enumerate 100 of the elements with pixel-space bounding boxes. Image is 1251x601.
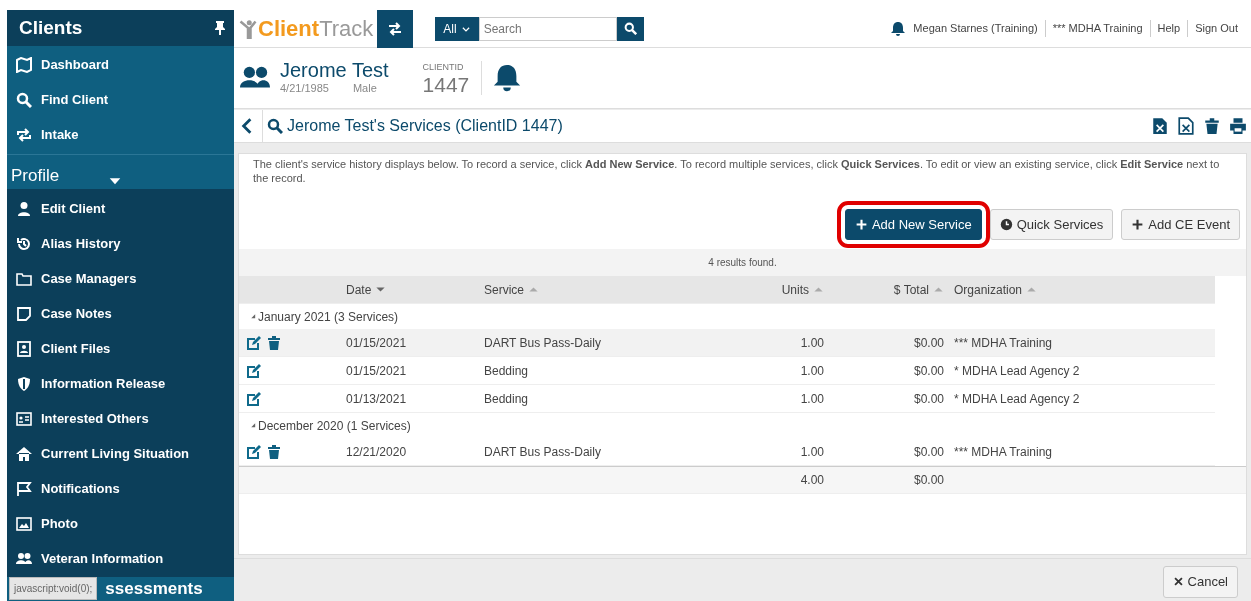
top-link[interactable]: Help: [1149, 20, 1188, 37]
history-icon: [16, 236, 32, 253]
search-icon: [16, 92, 32, 108]
sidebar-item[interactable]: Dashboard: [7, 47, 234, 83]
sidebar-item[interactable]: Current Living Situation: [7, 436, 234, 472]
top-link[interactable]: Sign Out: [1187, 20, 1245, 37]
intro-text: The client's service history displays below. To record a service, click Add New Service. To record multiple services, click Quick Services. To edit or view an existing service, click Edit Service next to the record.: [252, 158, 1221, 186]
table-cell-text: Bedding: [484, 390, 530, 408]
print-icon[interactable]: [1229, 117, 1247, 135]
collapse-icon[interactable]: [249, 421, 258, 430]
image-icon: [16, 516, 32, 533]
swap-icon: [387, 20, 404, 37]
spreadsheet-export-icon[interactable]: [1151, 117, 1169, 135]
table-cell-text: Bedding: [484, 362, 530, 380]
column-header[interactable]: Date: [334, 280, 484, 299]
pin-icon[interactable]: [212, 19, 228, 36]
edit-icon[interactable]: [246, 390, 262, 407]
sidebar-item[interactable]: Interested Others: [7, 401, 234, 437]
close-icon: [1172, 576, 1184, 588]
sidebar-item[interactable]: Alias History: [7, 226, 234, 262]
cycle-arrows-icon: [16, 127, 32, 143]
client-dob: 4/21/1985: [280, 80, 329, 96]
table-cell-text: $0.00: [912, 334, 944, 352]
table-cell-text: DART Bus Pass-Daily: [484, 334, 602, 352]
group-header[interactable]: December 2020 (1 Services): [258, 416, 411, 435]
table-cell-text: 1.00: [799, 362, 824, 380]
table-cell-text: 1.00: [799, 390, 824, 408]
sidebar-item[interactable]: Edit Client: [7, 191, 234, 227]
section-header[interactable]: Profile: [11, 165, 60, 185]
status-tooltip: javascript:void(0);: [9, 577, 98, 601]
table-cell-text: 01/13/2021: [345, 390, 408, 408]
plus-icon: [1131, 217, 1145, 231]
cancel-button[interactable]: Cancel: [1162, 566, 1238, 598]
table-cell-text: 1.00: [799, 443, 824, 461]
sidebar-item[interactable]: Veteran Information: [7, 541, 234, 577]
edit-icon[interactable]: [246, 443, 262, 460]
action-button[interactable]: Add CE Event: [1121, 208, 1240, 240]
app-logo: ClientTrack: [234, 12, 378, 45]
search-field[interactable]: Search: [478, 16, 617, 41]
table-cell-text: 1.00: [799, 334, 824, 352]
search-button[interactable]: [616, 16, 644, 41]
folder-icon: [16, 271, 32, 288]
table-cell-text: 01/15/2021: [345, 362, 408, 380]
sidebar-item[interactable]: Find Client: [7, 82, 234, 118]
map-icon: [16, 57, 32, 73]
spreadsheet-outline-icon[interactable]: [1177, 117, 1195, 135]
column-header[interactable]: Organization: [944, 280, 1215, 299]
delete-icon[interactable]: [266, 443, 282, 460]
sidebar-item[interactable]: Case Managers: [7, 261, 234, 297]
group-header[interactable]: January 2021 (3 Services): [258, 307, 399, 326]
home-icon: [16, 446, 32, 463]
table-cell-text: $0.00: [912, 390, 944, 408]
delete-icon[interactable]: [1203, 117, 1221, 135]
section-header[interactable]: ssessments: [105, 580, 203, 598]
total-cell-text: $0.00: [912, 472, 944, 489]
edit-icon[interactable]: [246, 334, 262, 351]
contact-file-icon: [16, 341, 32, 358]
sidebar-item[interactable]: Notifications: [7, 471, 234, 507]
column-header[interactable]: $ Total: [824, 280, 944, 299]
table-cell-text: 01/15/2021: [345, 334, 408, 352]
client-id: 1447: [422, 74, 470, 96]
client-name: Jerome Test: [280, 59, 389, 80]
scope-dropdown[interactable]: All: [435, 16, 479, 41]
sidebar-item[interactable]: Information Release: [7, 366, 234, 402]
bell-icon[interactable]: [492, 63, 523, 93]
results-count: 4 results found.: [239, 249, 1246, 276]
id-card-icon: [16, 411, 32, 428]
sidebar-item[interactable]: Photo: [7, 506, 234, 542]
sidebar-title: Clients: [19, 15, 83, 40]
table-cell-text: *** MDHA Training: [953, 443, 1054, 461]
table-cell-text: 12/21/2020: [345, 443, 408, 461]
search-icon[interactable]: [267, 118, 283, 134]
delete-icon[interactable]: [266, 334, 282, 351]
table-cell-text: DART Bus Pass-Daily: [484, 443, 602, 461]
column-header[interactable]: Service: [484, 280, 694, 299]
column-header[interactable]: Units: [694, 280, 824, 299]
flag-icon: [16, 481, 32, 498]
shield-icon: [16, 376, 32, 393]
top-link[interactable]: Megan Starnes (Training): [906, 20, 1045, 37]
edit-icon[interactable]: [246, 362, 262, 379]
clock-icon: [999, 217, 1013, 231]
top-link[interactable]: *** MDHA Training: [1044, 20, 1150, 37]
search-icon: [623, 22, 637, 35]
table-cell-text: $0.00: [912, 443, 944, 461]
table-cell-text: *** MDHA Training: [953, 334, 1054, 352]
sidebar-item[interactable]: Intake: [7, 117, 234, 153]
collapse-icon[interactable]: [249, 312, 258, 321]
action-button[interactable]: Quick Services: [989, 208, 1114, 240]
switch-button[interactable]: [377, 9, 414, 48]
page-title: Jerome Test's Services (ClientID 1447): [287, 116, 563, 136]
plus-icon: [854, 217, 868, 231]
sidebar-item[interactable]: Case Notes: [7, 296, 234, 332]
user-icon: [16, 201, 32, 218]
bell-icon[interactable]: [890, 20, 907, 37]
sidebar-item[interactable]: Client Files: [7, 331, 234, 367]
table-cell-text: $0.00: [912, 362, 944, 380]
client-gender: Male: [352, 80, 377, 96]
note-icon: [16, 306, 32, 323]
total-cell-text: 4.00: [799, 472, 824, 489]
client-id-label: CLIENTID: [422, 60, 465, 74]
